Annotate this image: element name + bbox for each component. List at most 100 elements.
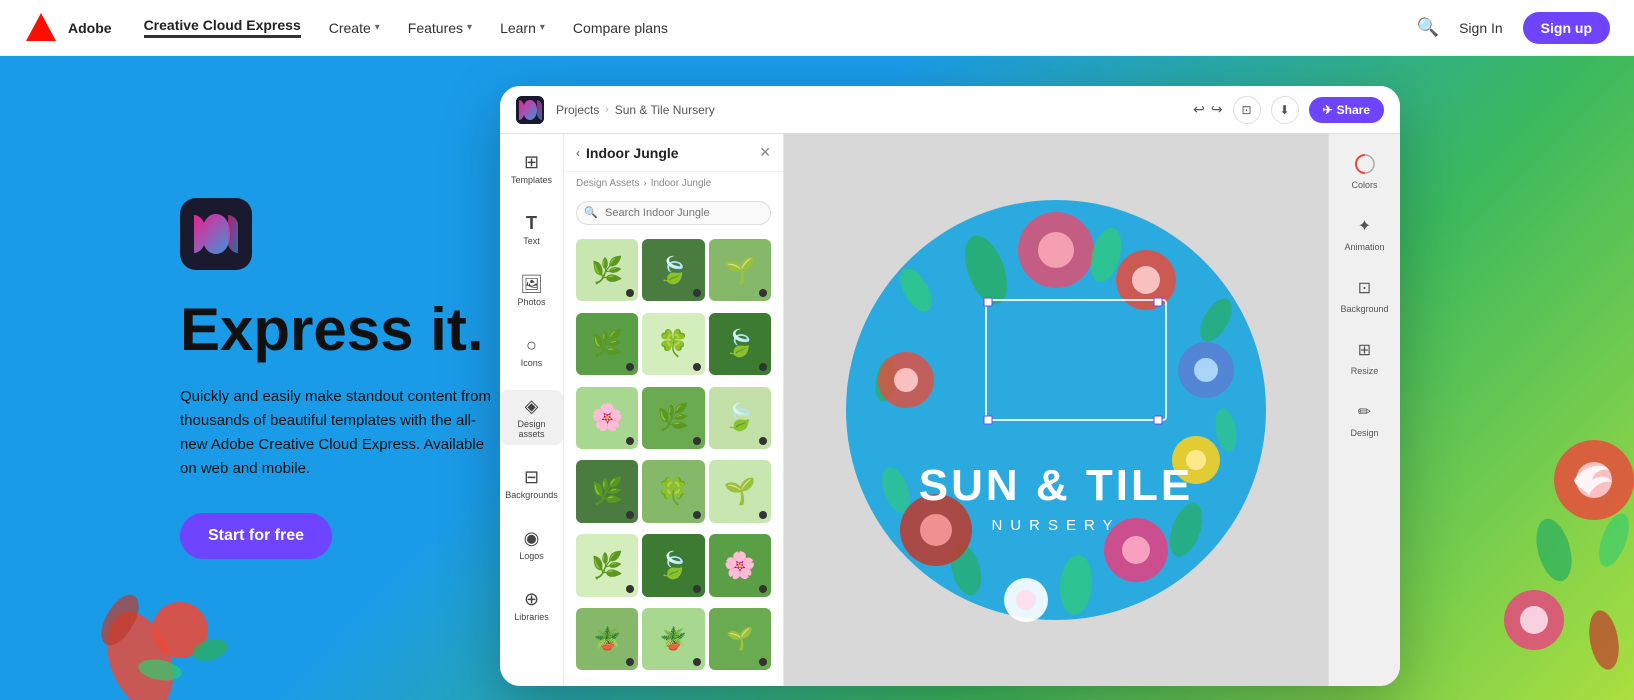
- backgrounds-label: Backgrounds: [505, 490, 558, 500]
- asset-thumb[interactable]: 🌱: [709, 460, 771, 522]
- download-icon-btn[interactable]: ⬇: [1271, 96, 1299, 124]
- cc-logo-icon: [192, 210, 240, 258]
- asset-thumb[interactable]: 🌸: [709, 534, 771, 596]
- hero-title: Express it.: [180, 298, 500, 361]
- asset-thumb[interactable]: 🌿: [576, 313, 638, 375]
- panel-title: Indoor Jungle: [586, 145, 679, 161]
- icons-icon: ○: [526, 335, 537, 356]
- app-topbar-actions: ↩ ↪ ⊡ ⬇ ✈ Share: [1193, 96, 1384, 124]
- svg-text:NURSERY: NURSERY: [991, 517, 1120, 534]
- asset-thumb[interactable]: 🌱: [709, 608, 771, 670]
- sidebar-item-libraries[interactable]: ⊕ Libraries: [510, 583, 553, 628]
- right-sidebar-resize[interactable]: ⊞ Resize: [1347, 332, 1383, 380]
- panel-breadcrumb-current: Indoor Jungle: [651, 178, 712, 189]
- asset-thumb[interactable]: 🍀: [642, 460, 704, 522]
- right-sidebar-animation[interactable]: ✦ Animation: [1340, 208, 1388, 256]
- right-sidebar-colors[interactable]: Colors: [1347, 146, 1383, 194]
- panel-breadcrumb: Design Assets › Indoor Jungle: [564, 172, 783, 195]
- right-sidebar-background[interactable]: ⊡ Background: [1336, 270, 1392, 318]
- asset-thumb[interactable]: 🌿: [576, 239, 638, 301]
- asset-thumb[interactable]: 🍃: [709, 313, 771, 375]
- breadcrumb-project[interactable]: Sun & Tile Nursery: [615, 103, 715, 117]
- app-mockup: Projects › Sun & Tile Nursery ↩ ↪ ⊡ ⬇ ✈ …: [500, 86, 1400, 686]
- nav-actions: 🔍 Sign In Sign up: [1417, 12, 1610, 44]
- panel-breadcrumb-assets: Design Assets: [576, 178, 639, 189]
- sidebar-item-logos[interactable]: ◉ Logos: [515, 522, 548, 567]
- nav-links: Creative Cloud Express Create ▾ Features…: [144, 17, 1417, 38]
- features-chevron-icon: ▾: [467, 22, 472, 33]
- asset-thumb[interactable]: 🌱: [709, 239, 771, 301]
- photos-icon: 🖼: [520, 274, 543, 295]
- design-assets-label: Design assets: [504, 419, 559, 439]
- asset-grid: 🌿 🍃 🌱 🌿 🍀 🍃 🌸 🌿 🍃 🌿 🍀: [564, 231, 783, 686]
- sidebar-item-templates[interactable]: ⊞ Templates: [507, 146, 556, 191]
- asset-thumb[interactable]: 🪴: [576, 608, 638, 670]
- asset-thumb[interactable]: 🌿: [642, 387, 704, 449]
- text-label: Text: [523, 236, 540, 246]
- search-icon[interactable]: 🔍: [1417, 17, 1439, 38]
- libraries-label: Libraries: [514, 612, 549, 622]
- hero-description: Quickly and easily make standout content…: [180, 385, 500, 481]
- backgrounds-icon: ⊟: [524, 467, 539, 488]
- right-sidebar-design[interactable]: ✏ Design: [1346, 394, 1382, 442]
- share-button[interactable]: ✈ Share: [1309, 97, 1384, 123]
- signup-button[interactable]: Sign up: [1523, 12, 1610, 44]
- asset-thumb[interactable]: 🍀: [642, 313, 704, 375]
- search-wrap: [576, 201, 771, 225]
- start-for-free-button[interactable]: Start for free: [180, 513, 332, 559]
- search-input[interactable]: [576, 201, 771, 225]
- design-label: Design: [1350, 428, 1378, 438]
- sidebar-item-text[interactable]: T Text: [519, 207, 544, 252]
- panel-breadcrumb-sep: ›: [643, 178, 646, 189]
- sidebar-item-backgrounds[interactable]: ⊟ Backgrounds: [501, 461, 562, 506]
- signin-button[interactable]: Sign In: [1459, 20, 1503, 36]
- sidebar-item-design-assets[interactable]: ◈ Design assets: [500, 390, 563, 445]
- nav-cc-express[interactable]: Creative Cloud Express: [144, 17, 301, 38]
- asset-thumb[interactable]: 🍃: [709, 387, 771, 449]
- asset-thumb[interactable]: 🌿: [576, 534, 638, 596]
- asset-thumb[interactable]: 🌿: [576, 460, 638, 522]
- sidebar-item-photos[interactable]: 🖼 Photos: [513, 268, 549, 313]
- asset-thumb[interactable]: 🍃: [642, 239, 704, 301]
- redo-icon[interactable]: ↪: [1211, 101, 1223, 118]
- canvas-artwork-container: SUN & TILE NURSERY: [836, 190, 1276, 630]
- breadcrumb-sep1: ›: [605, 104, 608, 115]
- adobe-wordmark: Adobe: [68, 20, 112, 36]
- app-mockup-wrapper: Projects › Sun & Tile Nursery ↩ ↪ ⊡ ⬇ ✈ …: [500, 86, 1460, 700]
- panel-back-button[interactable]: ‹: [576, 146, 580, 160]
- panel-search: [564, 195, 783, 231]
- app-body: ⊞ Templates T Text 🖼 Photos ○ Icons: [500, 134, 1400, 686]
- nav-create[interactable]: Create ▾: [329, 20, 380, 36]
- asset-thumb[interactable]: 🍃: [642, 534, 704, 596]
- colors-label: Colors: [1351, 180, 1377, 190]
- svg-text:SUN & TILE: SUN & TILE: [919, 461, 1193, 510]
- breadcrumb-projects[interactable]: Projects: [556, 103, 599, 117]
- panel-header: ‹ Indoor Jungle ✕: [564, 134, 783, 172]
- nav-learn[interactable]: Learn ▾: [500, 20, 545, 36]
- resize-label: Resize: [1351, 366, 1379, 376]
- zoom-icon-btn[interactable]: ⊡: [1233, 96, 1261, 124]
- undo-icon[interactable]: ↩: [1193, 101, 1205, 118]
- share-icon: ✈: [1323, 103, 1333, 117]
- animation-label: Animation: [1344, 242, 1384, 252]
- nav-features[interactable]: Features ▾: [408, 20, 472, 36]
- panel-close-button[interactable]: ✕: [759, 144, 771, 161]
- logos-icon: ◉: [524, 528, 540, 549]
- app-right-sidebar: Colors ✦ Animation ⊡ Background ⊞ Resize: [1328, 134, 1400, 686]
- navbar-logo[interactable]: Adobe: [24, 11, 112, 45]
- colors-icon: [1351, 150, 1379, 178]
- asset-thumb[interactable]: 🪴: [642, 608, 704, 670]
- background-icon: ⊡: [1350, 274, 1378, 302]
- hero-section: Express it. Quickly and easily make stan…: [0, 56, 1634, 700]
- sidebar-item-icons[interactable]: ○ Icons: [517, 329, 547, 374]
- animation-icon: ✦: [1351, 212, 1379, 240]
- undo-redo-group: ↩ ↪: [1193, 101, 1222, 118]
- icons-label: Icons: [521, 358, 543, 368]
- nav-compare[interactable]: Compare plans: [573, 20, 668, 36]
- asset-thumb[interactable]: 🌸: [576, 387, 638, 449]
- deco-right-flowers: [1454, 400, 1634, 700]
- logos-label: Logos: [519, 551, 544, 561]
- design-icon: ✏: [1350, 398, 1378, 426]
- create-chevron-icon: ▾: [375, 22, 380, 33]
- app-sidebar-icons: ⊞ Templates T Text 🖼 Photos ○ Icons: [500, 134, 564, 686]
